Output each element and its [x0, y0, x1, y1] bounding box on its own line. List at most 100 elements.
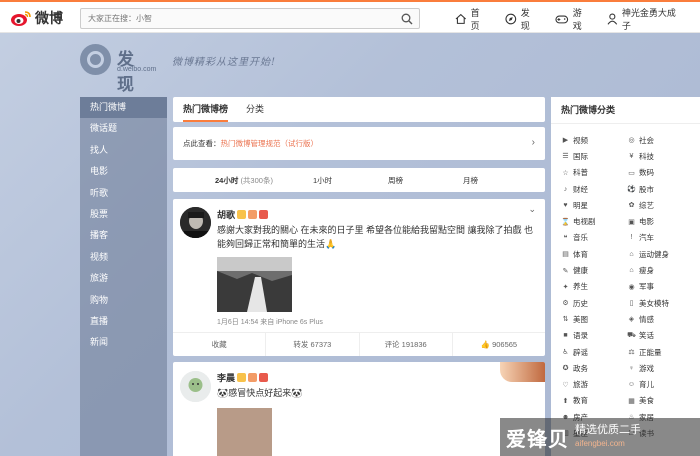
nav-user[interactable]: 神光金勇大成子 [607, 6, 683, 32]
category-item[interactable]: ♀ 游戏 [627, 360, 693, 376]
category-item[interactable]: ⚖ 正能量 [627, 344, 693, 360]
avatar[interactable] [180, 207, 211, 238]
category-item[interactable]: ☺ 育儿 [627, 376, 693, 392]
notice-link[interactable]: 热门微博管理规范（试行版） [221, 138, 319, 149]
category-item[interactable]: ☆ 科普 [561, 165, 627, 181]
category-item[interactable]: ✪ 政务 [561, 360, 627, 376]
category-icon: ⛟ [627, 332, 636, 340]
feed-username[interactable]: 李晨 [217, 371, 269, 384]
comment-button[interactable]: 评论 191836 [360, 333, 453, 356]
category-item[interactable]: ¥ 科技 [627, 148, 693, 164]
repost-button[interactable]: 转发 67373 [266, 333, 360, 356]
category-item[interactable]: ! 汽车 [627, 230, 693, 246]
category-label: 电视剧 [573, 217, 596, 227]
category-item[interactable]: ▭ 数码 [627, 165, 693, 181]
category-item[interactable]: ♥ 明星 [561, 197, 627, 213]
category-icon: ❝ [563, 234, 568, 242]
feed-image[interactable] [217, 257, 292, 312]
category-item[interactable]: ⛟ 笑话 [627, 328, 693, 344]
tab-1h[interactable]: 1小时 [313, 175, 332, 186]
category-item[interactable]: ⚽ 股市 [627, 181, 693, 197]
category-item[interactable]: ⚙ 历史 [561, 295, 627, 311]
nav-home[interactable]: 首页 [455, 6, 488, 32]
search-box[interactable] [80, 8, 420, 29]
user-icon [607, 13, 618, 25]
menu-item-live[interactable]: 直播 [80, 311, 167, 332]
username-text: 胡歌 [217, 210, 236, 220]
menu-item-movies[interactable]: 电影 [80, 161, 167, 182]
chevron-down-icon[interactable]: ⌄ [528, 204, 536, 215]
category-item[interactable]: ♪ 财经 [561, 181, 627, 197]
verified-icon [237, 373, 247, 382]
search-icon[interactable] [401, 13, 413, 25]
feed-image[interactable] [217, 408, 272, 456]
category-icon: ⚽ [627, 186, 636, 194]
category-item[interactable]: ♿ 辟谣 [561, 344, 627, 360]
category-label: 教育 [573, 396, 588, 406]
category-label: 语录 [573, 331, 588, 341]
category-icon: ☰ [562, 153, 569, 161]
search-input[interactable] [81, 9, 391, 28]
menu-item-shopping[interactable]: 购物 [80, 290, 167, 311]
menu-item-travel[interactable]: 旅游 [80, 268, 167, 289]
tab-hot-ranking[interactable]: 热门微博榜 [183, 97, 229, 122]
category-item[interactable]: ▦ 美食 [627, 393, 693, 409]
menu-item-podcasts[interactable]: 播客 [80, 225, 167, 246]
category-icon: ☺ [627, 381, 636, 389]
tab-category[interactable]: 分类 [246, 97, 264, 122]
menu-item-stocks[interactable]: 股票 [80, 204, 167, 225]
category-item[interactable]: ✎ 健康 [561, 262, 627, 278]
menu-item-music[interactable]: 听歌 [80, 183, 167, 204]
favorite-button[interactable]: 收藏 [173, 333, 267, 356]
menu-item-video[interactable]: 视频 [80, 247, 167, 268]
category-item[interactable]: ⌛ 电视剧 [561, 213, 627, 229]
category-item[interactable]: ⌂ 瘦身 [627, 262, 693, 278]
category-label: 美女模特 [639, 298, 669, 308]
tab-month[interactable]: 月榜 [463, 175, 478, 186]
nav-games[interactable]: 游戏 [555, 6, 590, 32]
category-item[interactable]: ◉ 军事 [627, 279, 693, 295]
category-icon: ■ [563, 332, 568, 340]
category-icon: ♡ [562, 381, 569, 389]
category-item[interactable]: ■ 语录 [561, 328, 627, 344]
menu-item-hot[interactable]: 热门微博 [80, 97, 167, 119]
category-item[interactable]: ❝ 音乐 [561, 230, 627, 246]
category-icon: ▭ [628, 169, 635, 177]
watermark-brand: 爱锋贝 [506, 428, 569, 451]
feed-username[interactable]: 胡歌 [217, 208, 269, 221]
gamepad-icon [555, 15, 569, 23]
category-item[interactable]: ✿ 综艺 [627, 197, 693, 213]
tab-week[interactable]: 周榜 [388, 175, 403, 186]
category-item[interactable]: ▣ 电影 [627, 213, 693, 229]
category-item[interactable]: ♡ 旅游 [561, 376, 627, 392]
rules-notice[interactable]: 点此查看： 热门微博管理规范（试行版） › [173, 127, 545, 160]
category-label: 历史 [573, 298, 588, 308]
menu-item-news[interactable]: 新闻 [80, 332, 167, 353]
verified-icon [237, 210, 247, 219]
category-item[interactable]: ✦ 养生 [561, 279, 627, 295]
category-item[interactable]: ☰ 国际 [561, 148, 627, 164]
nav-home-label: 首页 [470, 7, 480, 31]
category-item[interactable]: ▤ 体育 [561, 246, 627, 262]
category-item[interactable]: ◎ 社会 [627, 132, 693, 148]
category-label: 正能量 [639, 347, 662, 357]
tab-24h[interactable]: 24小时 (共300条) [215, 175, 273, 186]
category-icon: ⚖ [628, 349, 635, 356]
category-item[interactable]: ◈ 情感 [627, 311, 693, 327]
menu-item-topics[interactable]: 微话题 [80, 118, 167, 139]
category-panel: 热门微博分类 ▶ 视频 ◎ 社会 ☰ 国际 ¥ 科技 ☆ 科普 ▭ 数码 ♪ 财经 ⚽ 股市 ♥ 明星 ✿ 综艺 ⌛ 电视… [551, 97, 700, 456]
category-item[interactable]: ⬆ 教育 [561, 393, 627, 409]
category-item[interactable]: ▶ 视频 [561, 132, 627, 148]
category-item[interactable]: ⇅ 美图 [561, 311, 627, 327]
nav-discover[interactable]: 发现 [505, 6, 538, 32]
category-item[interactable]: ▯ 美女模特 [627, 295, 693, 311]
menu-item-people[interactable]: 找人 [80, 140, 167, 161]
feed-actions: 收藏 转发 67373 评论 191836 👍 906565 [173, 332, 545, 356]
watermark-url: aifengbei.com [575, 439, 625, 448]
like-button[interactable]: 👍 906565 [453, 333, 545, 356]
decorative-corner-image [500, 362, 545, 382]
category-item[interactable]: ⌂ 运动健身 [627, 246, 693, 262]
weibo-logo[interactable]: 微博 [10, 8, 63, 28]
avatar[interactable] [180, 371, 211, 402]
nav-links: 首页 发现 游戏 神光金勇大成子 [455, 2, 700, 35]
